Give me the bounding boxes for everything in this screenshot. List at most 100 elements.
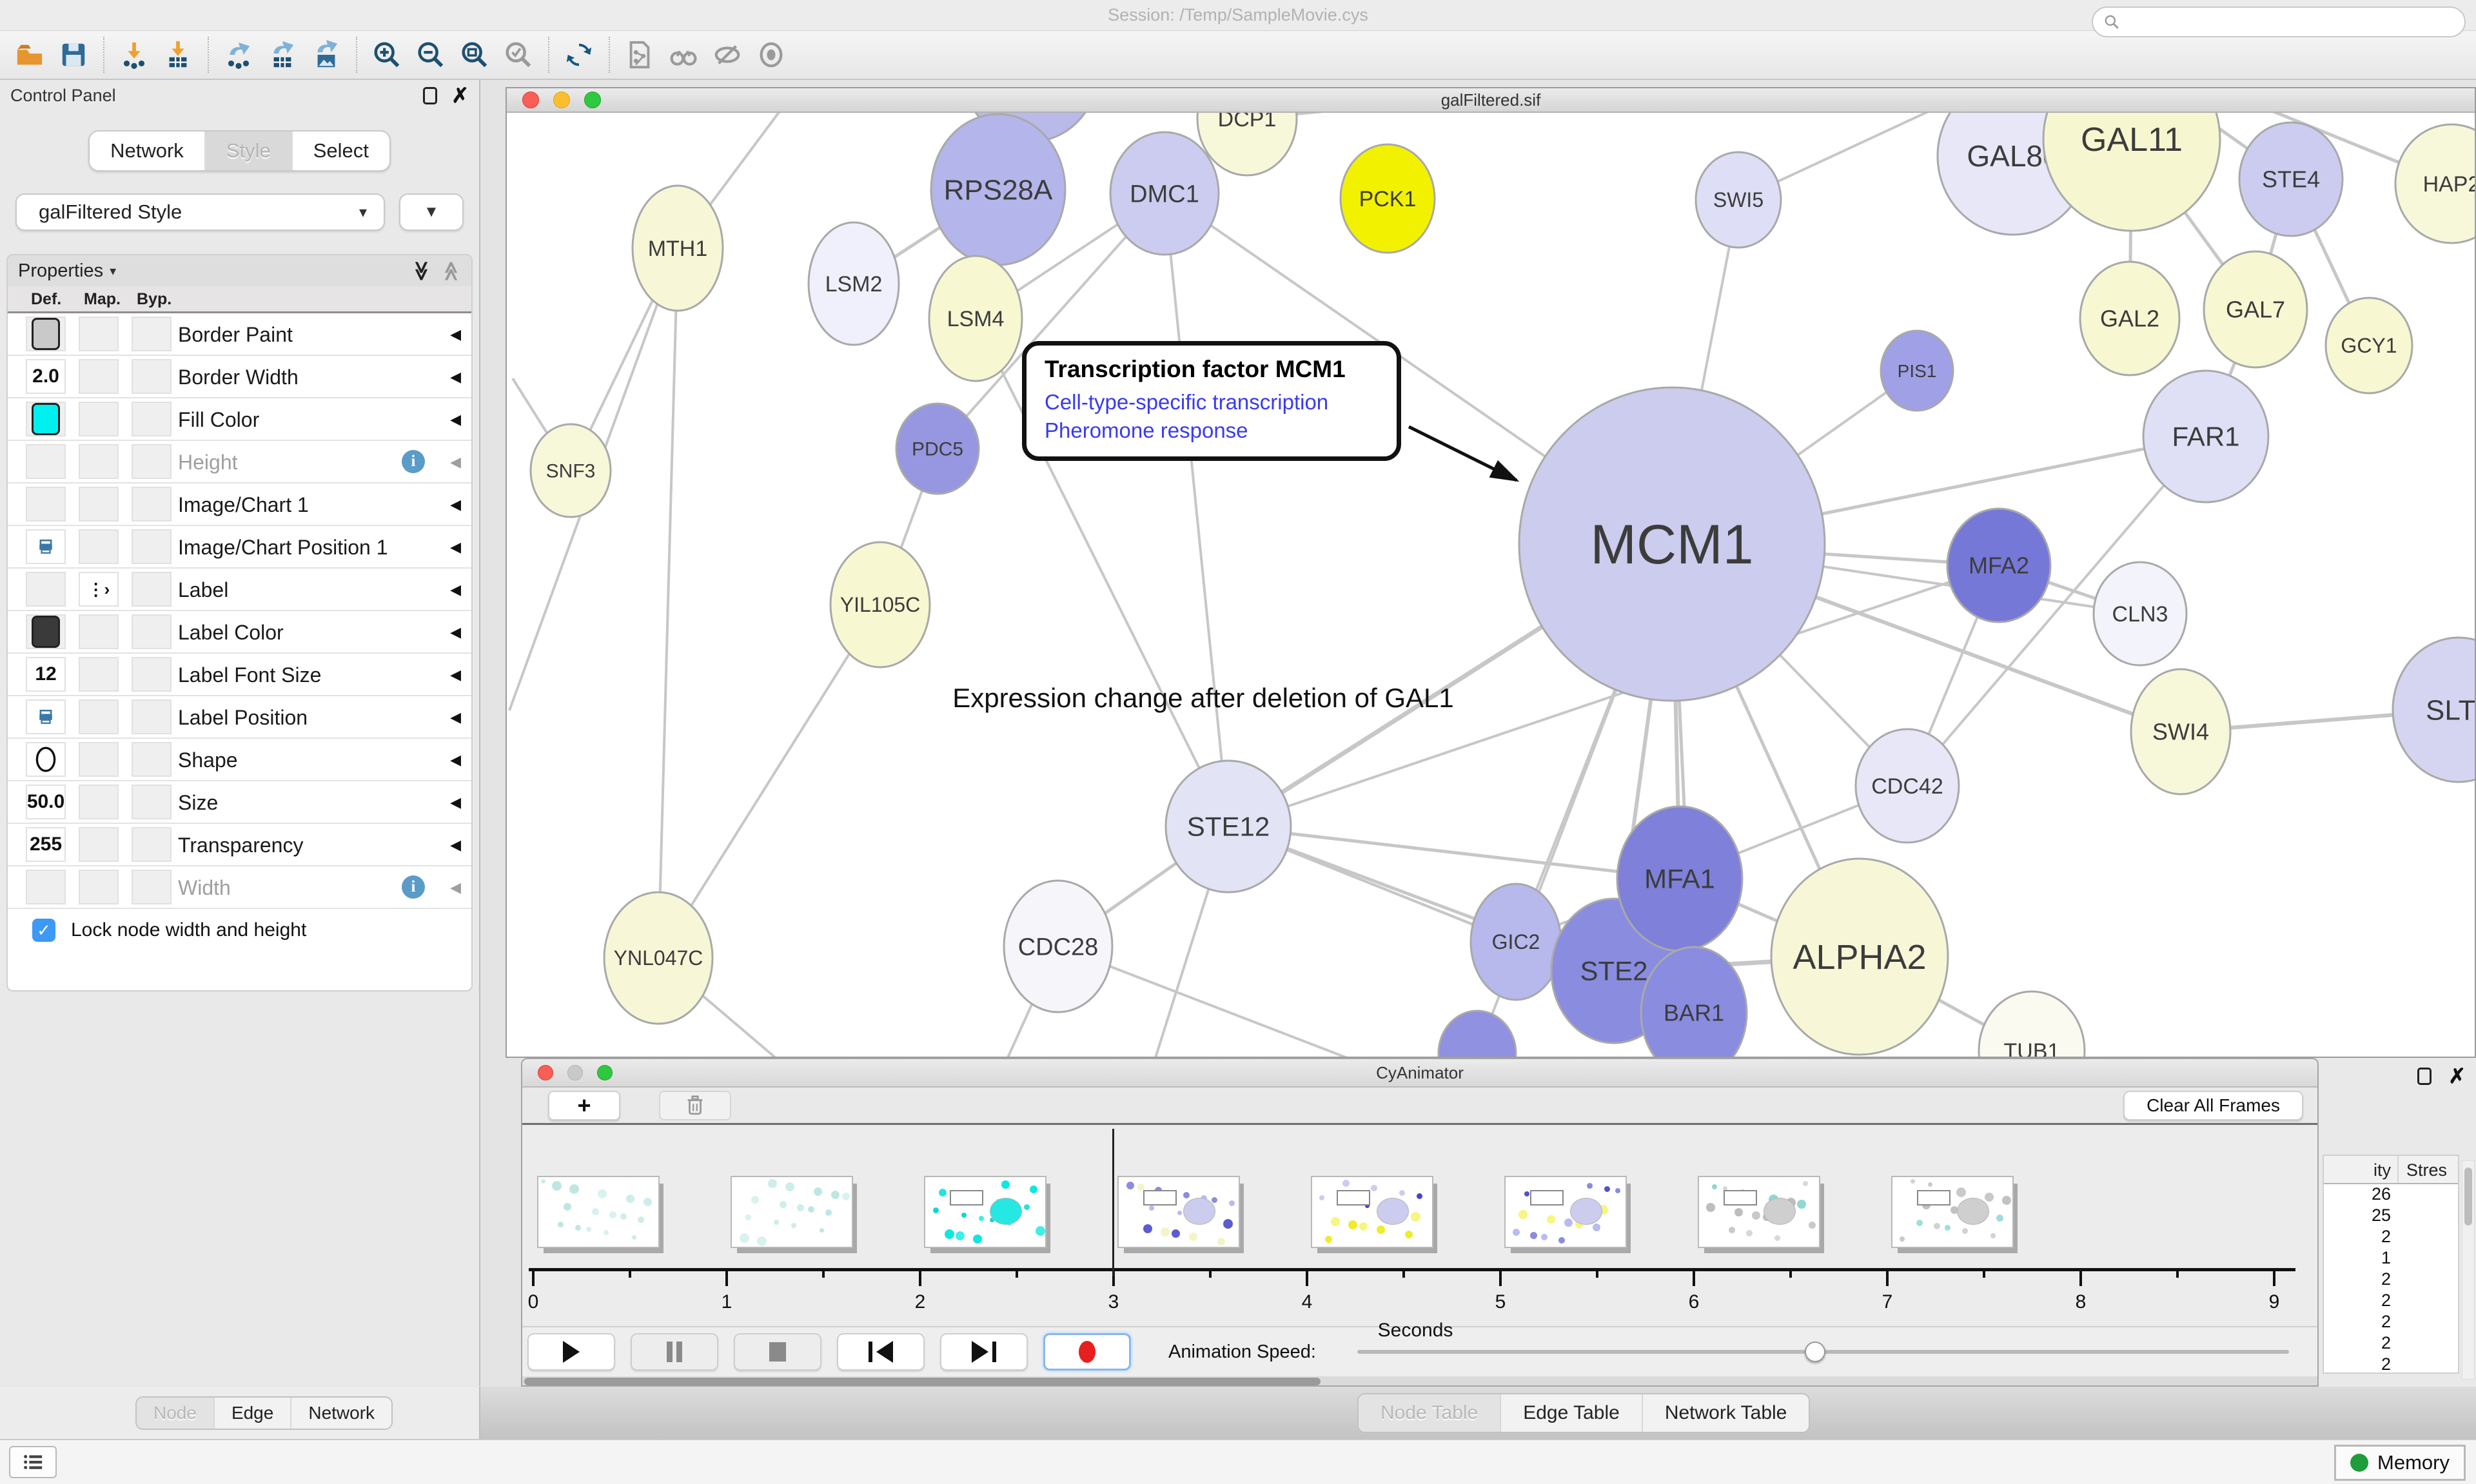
mapping-cell[interactable] (79, 402, 119, 436)
export-network-button[interactable] (221, 37, 256, 72)
bypass-cell[interactable] (132, 870, 172, 904)
timeline-scrollbar[interactable] (522, 1376, 2317, 1387)
results-row[interactable]: 2 (2324, 1312, 2458, 1333)
node-LSM2[interactable]: LSM2 (809, 222, 899, 345)
refresh-layout-button[interactable] (562, 37, 596, 72)
annotation-link[interactable]: Cell-type-specific transcription (1045, 388, 1397, 416)
bypass-cell[interactable] (132, 317, 172, 351)
chevron-down-icon[interactable]: ▾ (110, 263, 116, 279)
row-expand-icon[interactable]: ◀ (450, 369, 461, 386)
default-value-cell[interactable] (26, 444, 66, 479)
property-row-size[interactable]: 50.0Size◀ (8, 781, 471, 824)
node-YNL047C[interactable]: YNL047C (604, 892, 712, 1024)
mapping-cell[interactable] (79, 529, 119, 564)
bypass-cell[interactable] (132, 657, 172, 692)
row-expand-icon[interactable]: ◀ (450, 326, 461, 343)
network-window-titlebar[interactable]: galFiltered.sif (507, 88, 2475, 113)
frame-thumbnail-6[interactable] (1698, 1176, 1820, 1248)
tab-edge[interactable]: Edge (213, 1398, 290, 1429)
bypass-cell[interactable] (132, 487, 172, 522)
bypass-cell[interactable] (132, 359, 172, 394)
mapping-cell[interactable]: ⋮› (79, 572, 119, 607)
property-row-label-position[interactable]: Label Position◀ (8, 696, 471, 739)
annotation-link[interactable]: Pheromone response (1045, 416, 1397, 445)
bypass-cell[interactable] (132, 742, 172, 777)
row-expand-icon[interactable]: ◀ (450, 837, 461, 854)
node-PCK1[interactable]: PCK1 (1341, 144, 1435, 253)
results-row[interactable]: 2 (2324, 1333, 2458, 1354)
frame-thumbnail-4[interactable] (1311, 1176, 1433, 1248)
tab-style[interactable]: Style (204, 132, 291, 170)
results-row[interactable]: 2 (2324, 1269, 2458, 1291)
import-network-button[interactable] (117, 37, 152, 72)
row-expand-icon[interactable]: ◀ (450, 411, 461, 428)
bypass-cell[interactable] (132, 699, 172, 734)
default-value-cell[interactable] (26, 742, 66, 777)
frame-thumbnail-5[interactable] (1504, 1176, 1627, 1248)
tab-network[interactable]: Network (90, 132, 204, 170)
cyanimator-titlebar[interactable]: CyAnimator (522, 1059, 2317, 1088)
property-row-label[interactable]: ⋮›Label◀ (8, 569, 471, 611)
node-DMC1[interactable]: DMC1 (1110, 132, 1219, 255)
default-value-cell[interactable] (26, 402, 66, 436)
row-expand-icon[interactable]: ◀ (450, 752, 461, 768)
float-panel-icon[interactable] (423, 87, 437, 104)
tab-select[interactable]: Select (291, 132, 389, 170)
node-HAP2[interactable]: HAP2 (2395, 124, 2475, 243)
default-value-cell[interactable]: 50.0 (26, 785, 66, 819)
node-MFA1[interactable]: MFA1 (1617, 806, 1742, 951)
binoculars-button[interactable] (666, 37, 701, 72)
results-row[interactable]: 2 (2324, 1227, 2458, 1248)
results-row[interactable]: 1 (2324, 1248, 2458, 1269)
bypass-cell[interactable] (132, 444, 172, 479)
row-expand-icon[interactable]: ◀ (450, 709, 461, 726)
row-expand-icon[interactable]: ◀ (450, 496, 461, 513)
node-SLT2[interactable]: SLT2 (2393, 638, 2475, 782)
property-row-border-width[interactable]: 2.0Border Width◀ (8, 356, 471, 398)
clear-all-frames-button[interactable]: Clear All Frames (2123, 1091, 2303, 1120)
node-MFA2[interactable]: MFA2 (1947, 509, 2050, 622)
bypass-cell[interactable] (132, 529, 172, 564)
tab-network-table[interactable]: Network Table (1642, 1394, 1809, 1432)
save-button[interactable] (56, 37, 91, 72)
node-GIC2[interactable]: GIC2 (1471, 884, 1561, 1000)
property-row-transparency[interactable]: 255Transparency◀ (8, 824, 471, 866)
default-value-cell[interactable]: 12 (26, 657, 66, 692)
default-value-cell[interactable] (26, 699, 66, 734)
mapping-cell[interactable] (79, 827, 119, 862)
mapping-cell[interactable] (79, 614, 119, 649)
canvas-caption[interactable]: Expression change after deletion of GAL1 (952, 683, 1454, 713)
node-PDC5[interactable]: PDC5 (896, 404, 979, 494)
frame-thumbnail-2[interactable] (924, 1176, 1046, 1248)
expand-all-icon[interactable]: ≫ (410, 260, 433, 280)
zoom-out-button[interactable] (413, 37, 448, 72)
style-options-button[interactable]: ▼ (399, 193, 464, 231)
node-MTH1[interactable]: MTH1 (633, 186, 723, 311)
node-GAL11[interactable]: GAL11 (2043, 113, 2220, 231)
tab-node[interactable]: Node (137, 1398, 213, 1429)
frame-thumbnail-0[interactable] (537, 1176, 660, 1248)
row-expand-icon[interactable]: ◀ (450, 667, 461, 683)
show-panels-button[interactable] (9, 1446, 57, 1478)
row-expand-icon[interactable]: ◀ (450, 879, 461, 896)
next-frame-button[interactable] (940, 1333, 1028, 1371)
stop-button[interactable] (734, 1333, 821, 1371)
results-column-header[interactable]: Stres (2399, 1156, 2458, 1183)
mapping-cell[interactable] (79, 359, 119, 394)
open-folder-button[interactable] (12, 37, 47, 72)
default-value-cell[interactable] (26, 614, 66, 649)
node-SWI4[interactable]: SWI4 (2131, 669, 2230, 794)
default-value-cell[interactable] (26, 572, 66, 607)
node-CLN3[interactable]: CLN3 (2094, 562, 2186, 665)
node-LSM4[interactable]: LSM4 (929, 256, 1022, 381)
node-nodeb[interactable] (1439, 1011, 1516, 1057)
tab-network[interactable]: Network (290, 1398, 391, 1429)
close-panel-icon[interactable]: ✗ (451, 85, 469, 106)
search-input[interactable] (2092, 6, 2466, 37)
node-TUB1[interactable]: TUB1 (1979, 991, 2085, 1057)
default-value-cell[interactable] (26, 529, 66, 564)
node-STE4[interactable]: STE4 (2239, 122, 2343, 236)
node-SNF3[interactable]: SNF3 (531, 424, 611, 517)
previous-frame-button[interactable] (837, 1333, 925, 1371)
lock-node-size-row[interactable]: ✓ Lock node width and height (8, 909, 471, 952)
